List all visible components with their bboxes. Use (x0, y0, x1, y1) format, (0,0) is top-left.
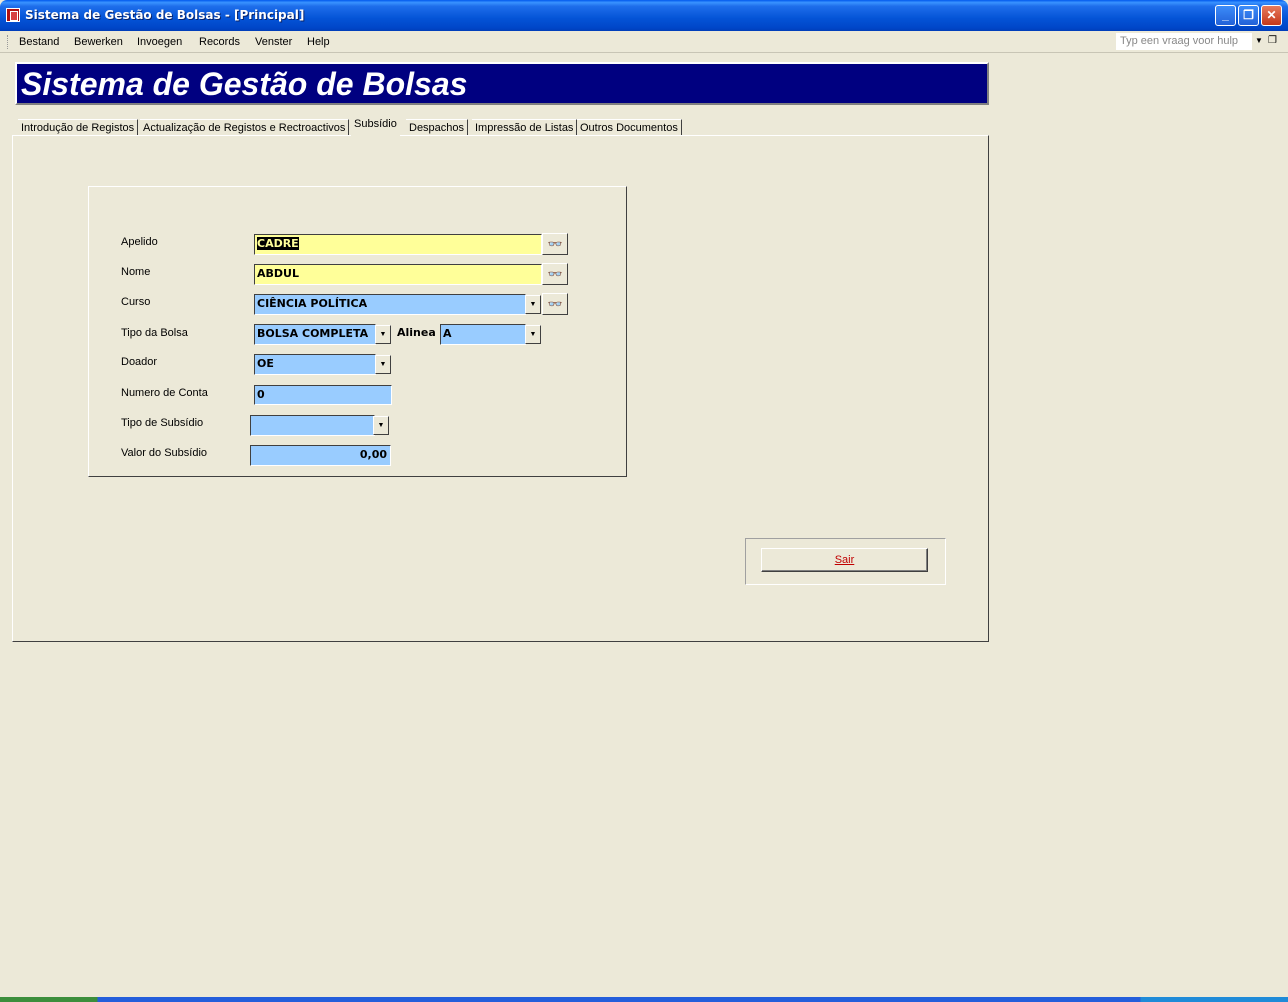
valor-subsidio-label: Valor do Subsídio (121, 447, 208, 459)
menu-grip[interactable] (7, 35, 10, 49)
curso-select[interactable]: CIÊNCIA POLÍTICA (254, 294, 526, 315)
tab-subsidio[interactable]: Subsídio (351, 116, 400, 136)
menu-records[interactable]: Records (199, 36, 240, 48)
tab-introducao-registos[interactable]: Introdução de Registos (18, 119, 139, 136)
tab-impressao-listas[interactable]: Impressão de Listas (472, 119, 578, 136)
tab-actualizacao-registos[interactable]: Actualização de Registos e Rectroactivos (140, 119, 350, 136)
binoculars-icon: 👓 (547, 297, 563, 311)
find-curso-button[interactable]: 👓 (542, 293, 568, 315)
apelido-label: Apelido (121, 236, 158, 248)
menu-venster[interactable]: Venster (255, 36, 292, 48)
binoculars-icon: 👓 (547, 237, 563, 251)
alinea-select[interactable]: A (440, 324, 526, 345)
apelido-field[interactable]: CADRE (254, 234, 542, 255)
tipo-subsidio-label: Tipo de Subsídio (121, 417, 204, 429)
tipo-bolsa-label: Tipo da Bolsa (121, 327, 188, 339)
numero-conta-label: Numero de Conta (121, 387, 208, 399)
restore-button[interactable]: ❐ (1238, 5, 1259, 26)
menu-bestand[interactable]: Bestand (19, 36, 59, 48)
apelido-value: CADRE (257, 237, 299, 250)
nome-field[interactable]: ABDUL (254, 264, 542, 285)
menu-help[interactable]: Help (307, 36, 330, 48)
sair-button[interactable]: Sair (761, 548, 928, 572)
app-icon[interactable] (6, 8, 20, 22)
tipo-subsidio-select[interactable] (250, 415, 375, 436)
menu-bewerken[interactable]: Bewerken (74, 36, 123, 48)
binoculars-icon: 👓 (547, 267, 563, 281)
banner-title: Sistema de Gestão de Bolsas (21, 66, 468, 102)
find-nome-button[interactable]: 👓 (542, 263, 568, 285)
find-apelido-button[interactable]: 👓 (542, 233, 568, 255)
minimize-button[interactable]: _ (1215, 5, 1236, 26)
chevron-down-icon: ▼ (379, 331, 387, 338)
chevron-down-icon: ▼ (377, 422, 385, 429)
curso-dropdown-button[interactable]: ▼ (525, 295, 541, 314)
menu-bar: Bestand Bewerken Invoegen Records Venste… (0, 31, 1288, 53)
menu-invoegen[interactable]: Invoegen (137, 36, 182, 48)
title-bar[interactable]: Sistema de Gestão de Bolsas - [Principal… (0, 0, 1288, 31)
chevron-down-icon: ▼ (529, 331, 537, 338)
alinea-label: Alinea (397, 326, 436, 339)
window-left-edge (0, 31, 5, 997)
doador-label: Doador (121, 356, 158, 368)
doador-dropdown-button[interactable]: ▼ (375, 355, 391, 374)
doador-select[interactable]: OE (254, 354, 376, 375)
tipo-bolsa-dropdown-button[interactable]: ▼ (375, 325, 391, 344)
tab-despachos[interactable]: Despachos (406, 119, 469, 136)
tipo-bolsa-select[interactable]: BOLSA COMPLETA (254, 324, 376, 345)
help-question-input[interactable]: Typ een vraag voor hulp (1116, 33, 1252, 50)
valor-subsidio-field[interactable]: 0,00 (250, 445, 391, 466)
nome-label: Nome (121, 266, 151, 278)
help-dropdown-icon[interactable]: ▼ (1255, 36, 1263, 45)
numero-conta-field[interactable]: 0 (254, 385, 392, 405)
chevron-down-icon: ▼ (529, 301, 537, 308)
chevron-down-icon: ▼ (379, 361, 387, 368)
document-restore-icon[interactable]: ❐ (1268, 35, 1277, 46)
curso-label: Curso (121, 296, 151, 308)
sair-label: Sair (834, 554, 855, 566)
window-title: Sistema de Gestão de Bolsas - [Principal… (25, 8, 305, 22)
app-banner: Sistema de Gestão de Bolsas (15, 62, 989, 105)
taskbar-edge (0, 997, 1288, 1002)
alinea-dropdown-button[interactable]: ▼ (525, 325, 541, 344)
tipo-subsidio-dropdown-button[interactable]: ▼ (373, 416, 389, 435)
close-button[interactable]: ✕ (1261, 5, 1282, 26)
tab-outros-documentos[interactable]: Outros Documentos (577, 119, 682, 136)
